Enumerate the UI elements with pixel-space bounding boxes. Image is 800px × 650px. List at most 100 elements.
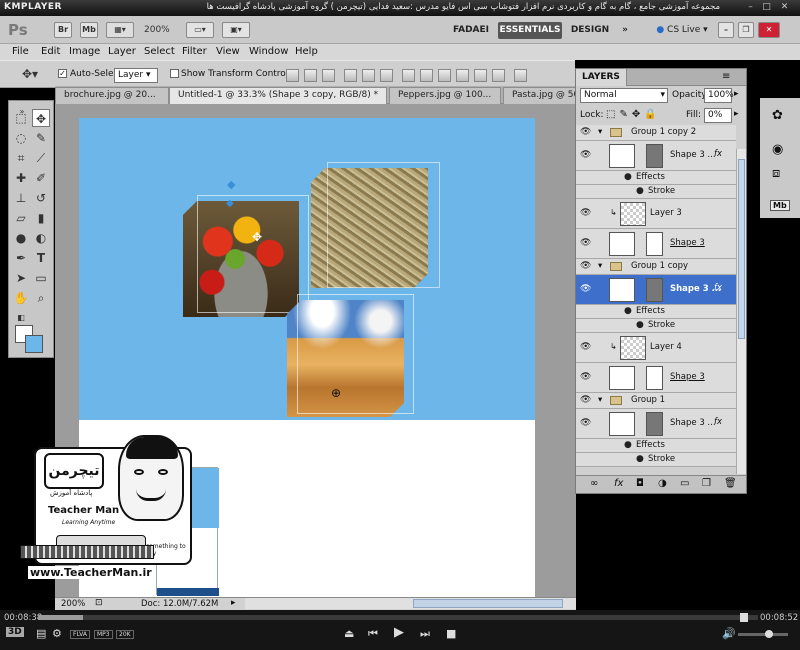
healing-brush-icon[interactable]: ✚ xyxy=(12,169,30,187)
show-transform-checkbox[interactable] xyxy=(170,68,179,79)
tab-untitled-1[interactable]: Untitled-1 @ 33.3% (Shape 3 copy, RGB/8)… xyxy=(169,87,387,104)
menu-image[interactable]: Image xyxy=(69,46,100,57)
link-layers-icon[interactable]: ∞ xyxy=(590,478,598,489)
layer-row-image[interactable]: 👁 ↳ Layer 4 xyxy=(576,333,736,363)
visibility-eye-icon[interactable]: 👁 xyxy=(580,418,591,428)
add-style-icon[interactable]: fx xyxy=(614,478,623,489)
visibility-eye-icon[interactable]: 👁 xyxy=(580,342,591,352)
distribute-top-icon[interactable] xyxy=(402,69,415,82)
horizontal-scroll-thumb[interactable] xyxy=(413,599,563,608)
status-zoom[interactable]: 200% xyxy=(61,599,85,609)
dodge-tool-icon[interactable]: ◐ xyxy=(32,229,50,247)
background-color-swatch[interactable] xyxy=(25,335,43,353)
visibility-eye-icon[interactable]: 👁 xyxy=(580,395,591,405)
effects-eye-icon[interactable]: ● xyxy=(624,172,632,182)
previous-icon[interactable]: ⏮ xyxy=(368,627,378,641)
layer-row-group[interactable]: 👁 ▾ Group 1 copy xyxy=(576,259,736,275)
app-minimize-icon[interactable]: – xyxy=(718,22,734,38)
layer-row-shape[interactable]: 👁 Shape 3 xyxy=(576,363,736,393)
app-close-icon[interactable]: ✕ xyxy=(758,22,780,38)
minimize-icon[interactable]: – xyxy=(744,2,757,13)
menu-window[interactable]: Window xyxy=(249,46,288,57)
transform-handle-icon[interactable]: ◆ xyxy=(226,198,234,209)
layer-name[interactable]: Group 1 xyxy=(631,395,665,405)
arrange-documents-button[interactable]: ▭▾ xyxy=(186,22,214,38)
next-icon[interactable]: ⏭ xyxy=(420,627,430,641)
align-hcenter-icon[interactable] xyxy=(362,69,375,82)
visibility-eye-icon[interactable]: 👁 xyxy=(580,208,591,218)
group-expand-icon[interactable]: ▾ xyxy=(598,395,602,405)
crop-tool-icon[interactable]: ⌗ xyxy=(12,149,30,167)
menu-edit[interactable]: Edit xyxy=(41,46,60,57)
settings-gear-icon[interactable]: ⚙ xyxy=(52,627,62,640)
layer-row-image[interactable]: 👁 ↳ Layer 3 xyxy=(576,199,736,229)
align-left-icon[interactable] xyxy=(344,69,357,82)
layer-row-selected[interactable]: 👁 Shape 3 ... fx xyxy=(576,275,736,305)
auto-select-dropdown[interactable]: Layer ▾ xyxy=(114,68,158,83)
layer-stroke-row[interactable]: ● Stroke xyxy=(576,319,736,333)
view-extras-button[interactable]: ▦▾ xyxy=(106,22,134,38)
effects-eye-icon[interactable]: ● xyxy=(624,306,632,316)
visibility-eye-icon[interactable]: 👁 xyxy=(580,284,591,294)
layer-stroke-row[interactable]: ● Stroke xyxy=(576,185,736,199)
menu-help[interactable]: Help xyxy=(295,46,318,57)
minibridge-button[interactable]: Mb xyxy=(80,22,98,38)
stroke-eye-icon[interactable]: ● xyxy=(636,186,644,196)
play-icon[interactable]: ▶ xyxy=(394,625,404,640)
panel-menu-icon[interactable]: ≡ xyxy=(722,71,730,82)
workspace-essentials[interactable]: ESSENTIALS xyxy=(498,22,562,39)
maximize-icon[interactable]: □ xyxy=(760,2,773,13)
layer-effects-row[interactable]: ● Effects xyxy=(576,305,736,319)
tab-brochure[interactable]: brochure.jpg @ 20... xyxy=(55,87,169,104)
lock-icons[interactable]: ⬚✎✥🔒 xyxy=(606,109,661,120)
shape-tool-icon[interactable]: ▭ xyxy=(32,269,50,287)
status-info-icon[interactable]: ⊡ xyxy=(95,598,103,608)
layer-name[interactable]: Group 1 copy 2 xyxy=(631,127,696,137)
group-expand-icon[interactable]: ▾ xyxy=(598,127,602,137)
layer-name[interactable]: Shape 3 xyxy=(670,238,705,248)
layer-name[interactable]: Shape 3 xyxy=(670,372,705,382)
eject-icon[interactable]: ⏏ xyxy=(344,627,354,640)
layer-stroke-row[interactable]: ● Stroke xyxy=(576,453,736,467)
menu-filter[interactable]: Filter xyxy=(182,46,207,57)
horizontal-scrollbar[interactable] xyxy=(245,598,576,609)
layer-name[interactable]: Shape 3 ... xyxy=(670,418,716,428)
lasso-tool-icon[interactable]: ◌ xyxy=(12,129,30,147)
eraser-tool-icon[interactable]: ▱ xyxy=(12,209,30,227)
close-icon[interactable]: ✕ xyxy=(778,2,791,13)
menu-select[interactable]: Select xyxy=(144,46,175,57)
menu-view[interactable]: View xyxy=(216,46,240,57)
eyedropper-tool-icon[interactable]: ⟋ xyxy=(32,149,50,167)
masks-panel-icon[interactable]: ⧈ xyxy=(772,166,780,181)
new-layer-icon[interactable]: ❐ xyxy=(702,478,711,489)
zoom-tool-icon[interactable]: ⌕ xyxy=(32,289,50,307)
fx-icon[interactable]: fx xyxy=(714,149,722,159)
visibility-eye-icon[interactable]: 👁 xyxy=(580,261,591,271)
pen-tool-icon[interactable]: ✒ xyxy=(12,249,30,267)
blend-mode-dropdown[interactable]: Normal ▾ xyxy=(580,88,668,103)
fx-icon[interactable]: fx xyxy=(714,417,722,427)
history-brush-icon[interactable]: ↺ xyxy=(32,189,50,207)
quick-select-tool-icon[interactable]: ✎ xyxy=(32,129,50,147)
align-bottom-icon[interactable] xyxy=(322,69,335,82)
seek-bar[interactable] xyxy=(38,615,758,620)
volume-handle[interactable] xyxy=(765,630,773,638)
stroke-eye-icon[interactable]: ● xyxy=(636,454,644,464)
adjustment-layer-icon[interactable]: ◑ xyxy=(658,478,667,489)
color-panel-icon[interactable]: ✿ xyxy=(772,108,783,123)
layer-effects-row[interactable]: ● Effects xyxy=(576,439,736,453)
layer-row-shape[interactable]: 👁 Shape 3 xyxy=(576,229,736,259)
screen-mode-button[interactable]: ▣▾ xyxy=(222,22,250,38)
menu-layer[interactable]: Layer xyxy=(108,46,136,57)
stop-icon[interactable]: ■ xyxy=(446,627,456,640)
volume-slider[interactable] xyxy=(738,633,788,636)
layers-scroll-thumb[interactable] xyxy=(738,159,745,339)
rotate-handle-icon[interactable]: ◆ xyxy=(227,178,235,191)
new-group-icon[interactable]: ▭ xyxy=(680,478,689,489)
delete-layer-icon[interactable]: 🗑 xyxy=(724,478,737,489)
status-menu-arrow-icon[interactable]: ▸ xyxy=(231,598,236,608)
fill-input[interactable]: 0% xyxy=(704,108,732,123)
blur-tool-icon[interactable]: ● xyxy=(12,229,30,247)
distribute-vcenter-icon[interactable] xyxy=(420,69,433,82)
move-tool-preset-icon[interactable]: ✥▾ xyxy=(22,67,38,81)
